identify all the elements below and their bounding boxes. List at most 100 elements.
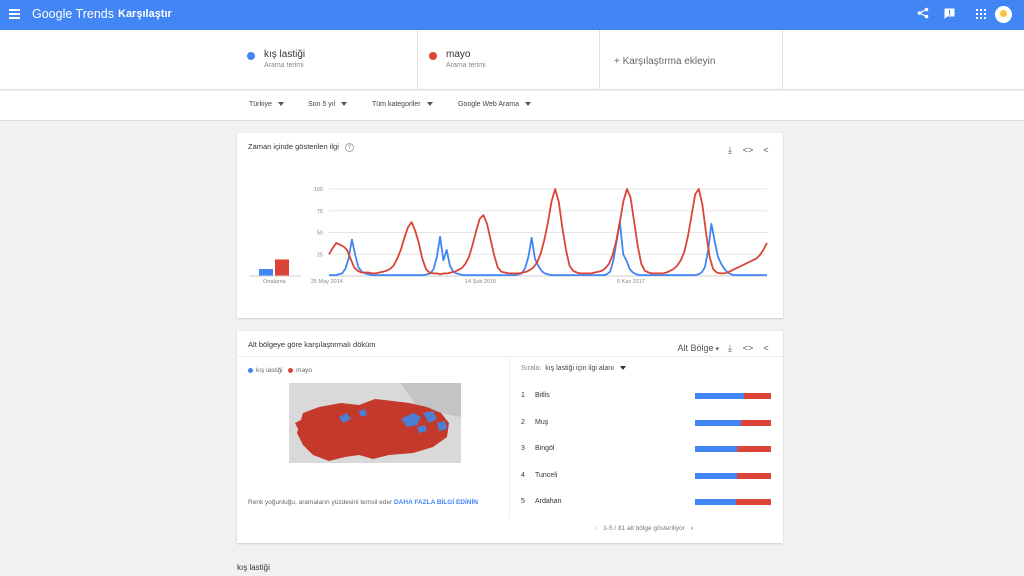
region-row[interactable]: 2 Muş (521, 410, 771, 436)
divider (509, 356, 510, 518)
term-item-2[interactable]: mayo Arama terimi (429, 30, 599, 90)
x-tick-label: 14 Şub 2016 (465, 279, 496, 285)
app-logo[interactable]: Google Trends (32, 7, 114, 21)
y-tick-label: 100 (314, 187, 323, 193)
map-legend: kış lastiği mayo (248, 367, 312, 374)
embed-icon[interactable]: <> (741, 343, 755, 353)
prev-page-icon[interactable]: ‹ (595, 525, 597, 532)
legend-dot (248, 367, 253, 373)
average-bar (259, 269, 273, 276)
turkey-map[interactable] (289, 383, 461, 463)
filter-region[interactable]: Türkiye (249, 101, 284, 108)
sort-value: kış lastiği için ilgi alanı (545, 365, 615, 372)
region-rank: 1 (521, 392, 525, 399)
pagination: ‹ 1-5 / 81 alt bölge gösteriliyor › (589, 525, 699, 532)
region-name: Ardahan (535, 498, 562, 505)
feedback-icon[interactable] (941, 7, 957, 23)
share-bar-term-2 (736, 472, 771, 479)
region-share-bar (695, 393, 771, 399)
x-tick-label: 5 Kas 2017 (617, 279, 645, 285)
divider (417, 30, 418, 90)
filter-time-range[interactable]: Son 5 yıl (308, 101, 347, 108)
help-icon[interactable]: ? (344, 142, 354, 152)
legend-dot (288, 367, 294, 373)
learn-more-link[interactable]: DAHA FAZLA BİLGİ EDİNİN (394, 499, 478, 506)
comparison-terms-bar: kış lastiği Arama terimi mayo Arama teri… (0, 30, 1024, 90)
card-title-text: Zaman içinde gösterilen ilgi (248, 142, 339, 151)
divider (599, 30, 600, 90)
region-name: Bitlis (535, 392, 550, 399)
region-scope-label: Alt Bölge (677, 343, 714, 353)
share-bar-term-1 (695, 499, 737, 505)
region-row[interactable]: 1 Bitlis (521, 383, 771, 409)
filter-bar: Türkiye Son 5 yıl Tüm kategoriler Google… (0, 91, 1024, 121)
legend-label: mayo (296, 367, 313, 374)
term-color-dot (247, 52, 255, 60)
share-bar-term-1 (695, 393, 745, 399)
sort-label: Sırala: (521, 365, 542, 372)
term-name: mayo (446, 49, 471, 60)
region-share-bar (695, 499, 771, 505)
interest-over-time-card: Zaman içinde gösterilen ilgi? ⤓ <> < 100 75… (237, 133, 783, 318)
legend-label: kış lastiği (256, 367, 283, 374)
region-name: Muş (535, 418, 549, 426)
share-bar-term-2 (736, 499, 771, 505)
share-icon[interactable]: < (759, 145, 773, 155)
filter-search-type[interactable]: Google Web Arama (458, 101, 531, 108)
series-line-2 (328, 188, 768, 276)
region-rank: 3 (521, 445, 525, 452)
share-icon[interactable] (915, 7, 931, 23)
share-bar-term-1 (695, 419, 741, 426)
region-name: Bingöl (535, 445, 555, 452)
card-actions: Alt Bölge ▾ ⤓ <> < (674, 338, 774, 356)
region-scope-select[interactable]: Alt Bölge ▾ (678, 343, 720, 353)
menu-icon[interactable] (9, 9, 20, 21)
divider (237, 356, 783, 357)
x-tick-label: 25 May 2014 (311, 279, 343, 285)
map-note-text: Renk yoğunluğu, aramaların yüzdesini tem… (248, 499, 393, 506)
term-name: kış lastiği (264, 49, 306, 60)
y-tick-label: 25 (317, 252, 323, 258)
region-share-bar (695, 419, 771, 426)
chevron-down-icon (620, 366, 627, 371)
share-bar-term-1 (695, 472, 737, 479)
pagination-text: 1-5 / 81 alt bölge gösteriliyor (603, 525, 685, 532)
series-line-1 (329, 221, 767, 276)
y-tick-label: 75 (317, 209, 323, 215)
share-bar-term-1 (695, 446, 737, 452)
region-row[interactable]: 3 Bingöl (521, 436, 771, 462)
term-type: Arama terimi (264, 62, 304, 69)
page-title: Karşılaştır (118, 8, 172, 20)
add-comparison-button[interactable]: + Karşılaştırma ekleyin (614, 56, 715, 67)
embed-icon[interactable]: <> (741, 145, 755, 155)
download-icon[interactable]: ⤓ (723, 343, 737, 354)
app-header: Google Trends Karşılaştır (0, 0, 1024, 30)
interest-chart[interactable]: 100 75 50 25 25 May 2014 14 Şub 2016 5 Kas 201… (237, 158, 783, 318)
region-share-bar (695, 472, 771, 479)
sort-select[interactable]: Sırala: kış lastiği için ilgi alanı (521, 365, 627, 372)
region-rank: 5 (521, 498, 525, 505)
region-rank: 2 (521, 418, 525, 426)
divider (782, 30, 783, 90)
next-page-icon[interactable]: › (691, 525, 693, 532)
y-tick-label: 50 (317, 231, 323, 237)
term-color-dot (429, 52, 437, 60)
region-name: Tunceli (535, 471, 558, 479)
card-title: Alt bölgeye göre karşılaştırmalı döküm (248, 340, 376, 349)
section-term-heading: kış lastiği (237, 563, 270, 572)
card-title: Zaman içinde gösterilen ilgi? (248, 142, 354, 152)
region-row[interactable]: 4 Tunceli (521, 463, 771, 489)
filter-category[interactable]: Tüm kategoriler (372, 101, 433, 108)
download-icon[interactable]: ⤓ (723, 145, 737, 156)
map-note: Renk yoğunluğu, aramaların yüzdesini tem… (248, 499, 478, 506)
term-item-1[interactable]: kış lastiği Arama terimi (247, 30, 417, 90)
avatar[interactable] (995, 6, 1012, 23)
apps-icon[interactable] (973, 7, 989, 23)
region-row[interactable]: 5 Ardahan (521, 489, 771, 515)
term-type: Arama terimi (446, 62, 486, 69)
share-icon[interactable]: < (759, 343, 773, 353)
card-actions: ⤓ <> < (719, 140, 773, 158)
share-bar-term-2 (740, 419, 771, 426)
share-bar-term-2 (744, 393, 771, 399)
average-bar (275, 259, 289, 276)
